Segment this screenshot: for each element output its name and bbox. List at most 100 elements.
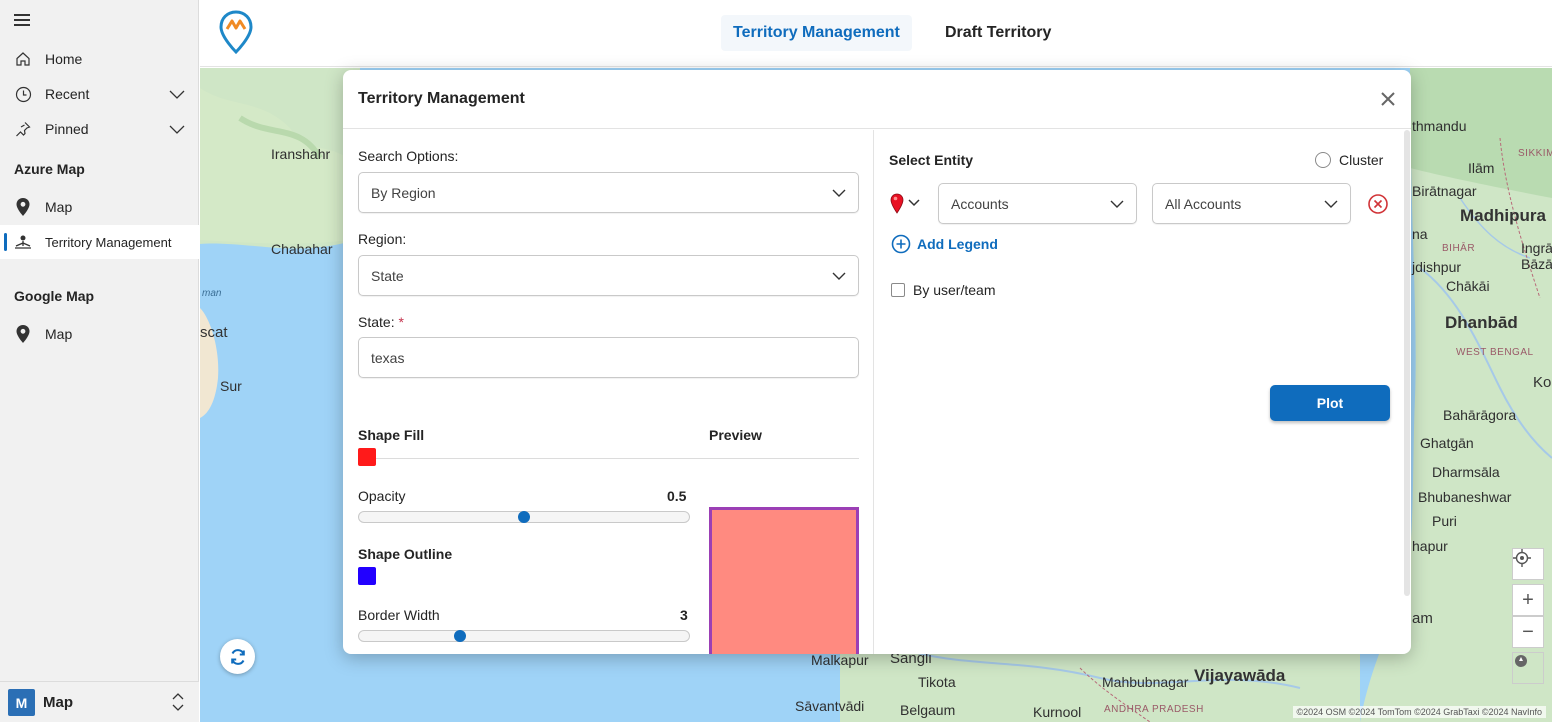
region-select[interactable]: State	[358, 255, 859, 296]
select-value: State	[371, 267, 404, 284]
top-header: Territory Management Draft Territory	[200, 0, 1552, 67]
refresh-icon	[230, 648, 245, 665]
map-label: Ko	[1533, 374, 1552, 391]
map-label: hapur	[1412, 538, 1448, 554]
map-label: WEST BENGAL	[1456, 347, 1534, 358]
shape-outline-color-picker[interactable]	[358, 567, 376, 585]
map-label: Bhubaneshwar	[1418, 489, 1512, 505]
territory-icon	[14, 233, 32, 251]
map-label: Malkapur	[811, 652, 869, 668]
home-icon	[14, 50, 32, 68]
map-marker-icon	[14, 325, 32, 343]
close-icon[interactable]	[1379, 90, 1397, 108]
sidebar-item-label: Recent	[45, 86, 90, 102]
dialog-right-pane: Select Entity Cluster Accounts All Accou…	[875, 130, 1411, 654]
shape-fill-label: Shape Fill	[358, 427, 425, 443]
map-label: man	[202, 288, 222, 299]
sidebar-item-territory-management[interactable]: Territory Management	[0, 225, 199, 259]
by-user-team-label: By user/team	[913, 282, 996, 298]
map-label: Mahbubnagar	[1102, 674, 1189, 690]
chevron-down-icon	[832, 269, 846, 286]
map-label: BIHĀR	[1442, 243, 1476, 254]
preview-label: Preview	[709, 427, 762, 443]
required-indicator: *	[398, 314, 404, 330]
cluster-label: Cluster	[1339, 152, 1384, 168]
zoom-in-button[interactable]: +	[1512, 584, 1544, 616]
dialog-title: Territory Management	[358, 90, 525, 107]
map-label: Ingrāj	[1521, 240, 1552, 256]
map-label: Kurnool	[1033, 704, 1082, 720]
refresh-button[interactable]	[220, 639, 255, 674]
my-location-button[interactable]	[1512, 548, 1544, 580]
map-label: jdishpur	[1412, 259, 1462, 275]
select-value: Accounts	[951, 195, 1009, 212]
hamburger-menu-icon[interactable]	[14, 14, 30, 26]
opacity-slider[interactable]	[358, 511, 690, 523]
sidebar-item-azure-map[interactable]: Map	[0, 190, 199, 224]
pin-color-picker[interactable]	[889, 192, 929, 218]
tab-draft-territory[interactable]: Draft Territory	[933, 15, 1063, 51]
plot-button[interactable]: Plot	[1270, 385, 1390, 421]
map-label: Tikota	[918, 674, 956, 690]
red-pin-icon	[890, 193, 920, 214]
map-marker-icon	[14, 198, 32, 216]
border-width-value: 3	[680, 607, 688, 623]
map-attribution: ©2024 OSM ©2024 TomTom ©2024 GrabTaxi ©2…	[1292, 706, 1546, 718]
map-label: Bāzā	[1521, 256, 1552, 272]
sidebar: Home Recent Pinned Azure Map Map Territo…	[0, 0, 199, 722]
opacity-slider-thumb[interactable]	[518, 511, 530, 523]
map-label: Belgaum	[900, 702, 956, 718]
chevron-down-icon[interactable]	[169, 86, 185, 105]
pin-icon	[14, 120, 32, 138]
opacity-label: Opacity	[358, 488, 406, 504]
shape-fill-color-picker[interactable]	[358, 448, 376, 466]
remove-entity-icon[interactable]	[1367, 193, 1389, 215]
border-width-slider[interactable]	[358, 630, 690, 642]
shape-preview	[709, 507, 859, 654]
section-title-google-map: Google Map	[14, 288, 95, 304]
state-input[interactable]: texas	[358, 337, 859, 378]
map-label: ANDHRA PRADESH	[1104, 704, 1204, 715]
dialog-header: Territory Management	[343, 70, 1411, 129]
sidebar-item-home[interactable]: Home	[0, 42, 199, 76]
cluster-radio[interactable]	[1315, 152, 1331, 168]
search-options-select[interactable]: By Region	[358, 172, 859, 213]
chevron-down-icon	[1110, 197, 1124, 214]
input-value: texas	[371, 349, 405, 366]
map-label: Ghatgān	[1420, 435, 1474, 451]
sidebar-item-pinned[interactable]: Pinned	[0, 112, 199, 146]
map-label: Dhanbād	[1445, 313, 1518, 332]
sidebar-item-label: Home	[45, 51, 83, 67]
border-width-slider-thumb[interactable]	[454, 630, 466, 642]
by-user-team-checkbox[interactable]	[891, 283, 905, 297]
map-label: Sur	[220, 378, 242, 394]
chevron-down-icon	[832, 186, 846, 203]
dialog-scrollbar[interactable]	[1404, 130, 1410, 596]
sidebar-item-label: Territory Management	[45, 234, 172, 250]
zoom-out-button[interactable]: −	[1512, 616, 1544, 648]
sidebar-item-google-map[interactable]: Map	[0, 317, 199, 351]
sidebar-item-label: Pinned	[45, 121, 89, 137]
state-label: State: *	[358, 314, 404, 330]
territory-dialog: Territory Management Search Options: By …	[343, 70, 1411, 654]
border-width-label: Border Width	[358, 607, 440, 623]
map-label: Vijayawāda	[1194, 666, 1286, 685]
add-legend-link[interactable]: Add Legend	[891, 234, 998, 254]
chevron-down-icon[interactable]	[169, 121, 185, 140]
entity-select[interactable]: Accounts	[938, 183, 1137, 224]
sidebar-item-label: Map	[45, 326, 73, 342]
chevron-down-icon	[1324, 197, 1338, 214]
shape-outline-label: Shape Outline	[358, 546, 453, 562]
sidebar-item-label: Map	[45, 199, 73, 215]
map-style-button[interactable]	[1512, 652, 1544, 684]
map-label: Chabahar	[271, 241, 333, 257]
sidebar-item-recent[interactable]: Recent	[0, 77, 199, 111]
app-switcher[interactable]: M Map	[0, 681, 199, 722]
map-label: Iranshahr	[271, 146, 331, 162]
select-value: By Region	[371, 184, 436, 201]
tab-territory-management[interactable]: Territory Management	[721, 15, 912, 51]
map-label: Puri	[1432, 513, 1457, 529]
view-select[interactable]: All Accounts	[1152, 183, 1351, 224]
map-label: na	[1412, 226, 1428, 242]
chevron-up-down-icon[interactable]	[171, 692, 185, 717]
